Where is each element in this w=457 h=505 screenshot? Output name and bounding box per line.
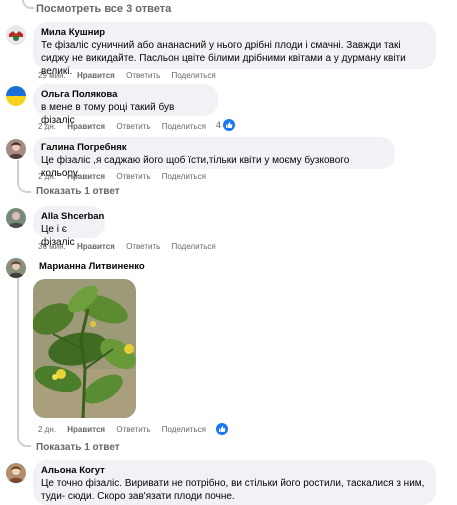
comment-author[interactable]: Alla Shcerban (41, 211, 104, 223)
comment-bubble: Галина Погребняк Це фізаліс ,я саджаю йо… (33, 137, 395, 179)
avatar[interactable] (6, 258, 26, 278)
comment-actions: 29 мин. Нравится Ответить Поделиться (38, 71, 225, 80)
show-replies-link[interactable]: Показать 1 ответ (36, 442, 120, 453)
comment-author[interactable]: Марианна Литвиненко (39, 261, 145, 273)
thread-connector (22, 0, 34, 9)
reply-button[interactable]: Ответить (116, 122, 150, 131)
thread-connector (17, 181, 31, 193)
show-replies-link[interactable]: Показать 1 ответ (36, 186, 120, 197)
comment-author[interactable]: Альона Когут (41, 465, 428, 477)
view-all-replies-link[interactable]: Посмотреть все 3 ответа (36, 3, 171, 15)
avatar[interactable] (6, 208, 26, 228)
comment-bubble: Альона Когут Це точно фізаліс. Виривати … (33, 460, 436, 505)
reaction-summary[interactable]: 4 (216, 119, 236, 131)
avatar[interactable] (6, 86, 26, 106)
share-button[interactable]: Поделиться (162, 122, 206, 131)
comment-bubble: Ольга Полякова в мене в тому році такий … (33, 84, 218, 126)
share-button[interactable]: Поделиться (162, 425, 206, 434)
avatar[interactable] (6, 463, 26, 483)
comment-time[interactable]: 29 мин. (38, 71, 66, 80)
plant-photo-image (33, 279, 136, 418)
comment-time[interactable]: 2 дн. (38, 122, 56, 131)
comment-photo[interactable] (33, 279, 136, 418)
like-button[interactable]: Нравится (67, 425, 105, 434)
thumbs-up-icon (223, 119, 236, 131)
thread-line (17, 278, 19, 438)
comment-bubble: Alla Shcerban Це і є фізаліс (33, 206, 105, 248)
comment-actions: 2 дн. Нравится Ответить Поделиться (38, 425, 215, 434)
thread-line (17, 160, 19, 182)
share-button[interactable]: Поделиться (172, 71, 216, 80)
reaction-count: 4 (216, 120, 222, 130)
avatar[interactable] (6, 139, 26, 159)
like-button[interactable]: Нравится (77, 71, 115, 80)
like-button[interactable]: Нравится (67, 122, 105, 131)
share-button[interactable]: Поделиться (162, 172, 206, 181)
like-button[interactable]: Нравится (67, 172, 105, 181)
reply-button[interactable]: Ответить (116, 425, 150, 434)
comment-text: Це точно фізаліс. Виривати не потрібно, … (41, 478, 425, 502)
comment-actions: 36 мин. Нравится Ответить Поделиться (38, 242, 225, 251)
comment-time[interactable]: 2 дн. (38, 425, 56, 434)
reply-button[interactable]: Ответить (116, 172, 150, 181)
share-button[interactable]: Поделиться (172, 242, 216, 251)
comment-actions: 2 дн. Нравится Ответить Поделиться (38, 172, 215, 181)
thumbs-up-icon[interactable] (216, 423, 228, 435)
comment-actions: 2 дн. Нравится Ответить Поделиться (38, 122, 215, 131)
reply-button[interactable]: Ответить (126, 71, 160, 80)
comment-author[interactable]: Мила Кушнир (41, 27, 428, 39)
like-button[interactable]: Нравится (77, 242, 115, 251)
comment-time[interactable]: 36 мин. (38, 242, 66, 251)
comment-bubble: Мила Кушнир Те фізаліс суничний або анан… (33, 22, 436, 77)
avatar[interactable] (6, 25, 26, 45)
comment-author[interactable]: Ольга Полякова (41, 89, 210, 101)
comment-time[interactable]: 2 дн. (38, 172, 56, 181)
thread-connector (17, 437, 31, 447)
comment-author[interactable]: Галина Погребняк (41, 142, 387, 154)
reply-button[interactable]: Ответить (126, 242, 160, 251)
